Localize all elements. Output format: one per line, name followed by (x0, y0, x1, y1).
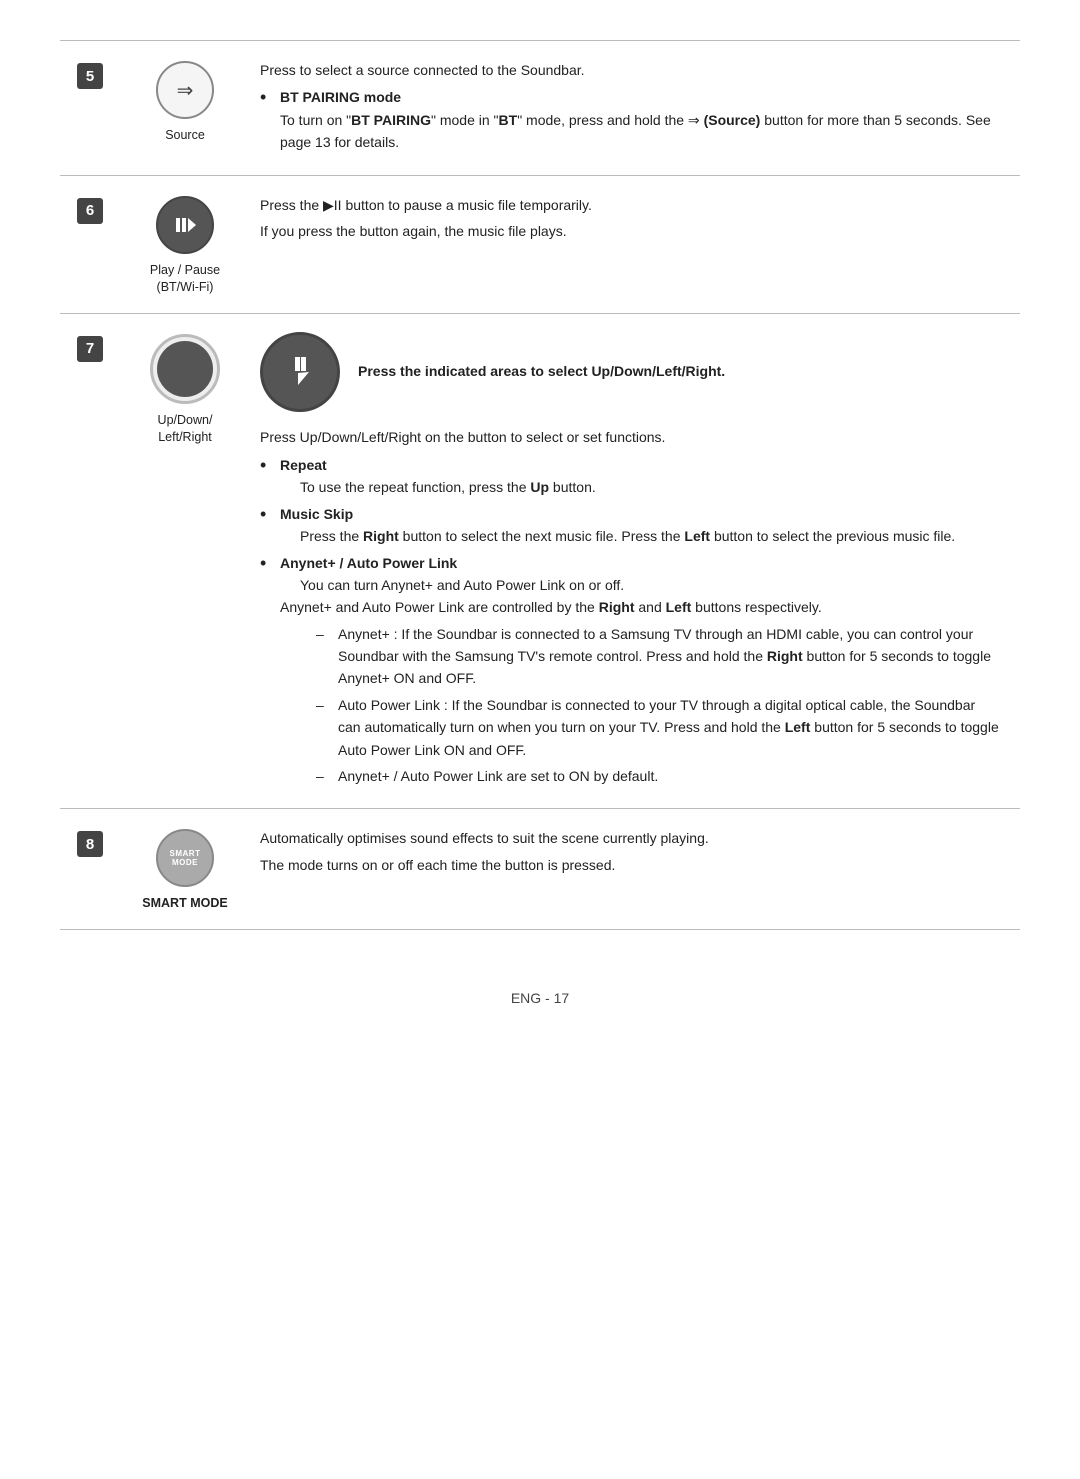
row-7-icon-col: Up/Down/Left/Right (120, 314, 250, 463)
smart-mode-icon: SMARTMODE (156, 829, 214, 887)
musicskip-text: Music Skip Press the Right button to sel… (280, 503, 955, 548)
badge-5: 5 (77, 63, 103, 89)
play-pause-symbol (174, 214, 196, 236)
row-5-bullet-1-text: BT PAIRING mode To turn on "BT PAIRING" … (280, 86, 1000, 153)
row-6-main-line1: Press the ▶II button to pause a music fi… (260, 194, 1000, 216)
row-8-main-line1: Automatically optimises sound effects to… (260, 827, 1000, 849)
row-6-main-line2: If you press the button again, the music… (260, 220, 1000, 242)
anynet-text: Anynet+ / Auto Power Link You can turn A… (280, 552, 1000, 788)
row-8: 8 SMARTMODE SMART MODE Automatically opt… (60, 809, 1020, 930)
row-7-bullet-musicskip: • Music Skip Press the Right button to s… (260, 503, 1000, 548)
row-5-main-text: Press to select a source connected to th… (260, 59, 1000, 81)
row-8-main-line2: The mode turns on or off each time the b… (260, 854, 1000, 876)
badge-8: 8 (77, 831, 103, 857)
source-arrow-symbol: ⇒ (177, 78, 194, 103)
nav-icon-inner (157, 341, 213, 397)
row-7-main-text: Press Up/Down/Left/Right on the button t… (260, 426, 1000, 448)
row-8-desc: Automatically optimises sound effects to… (250, 809, 1020, 929)
row-7-desc: Press the indicated areas to select Up/D… (250, 314, 1020, 809)
row-8-icon-col: SMARTMODE SMART MODE (120, 809, 250, 929)
repeat-text: Repeat To use the repeat function, press… (280, 454, 596, 499)
row-7-num: 7 (60, 314, 120, 362)
row-5-num: 5 (60, 41, 120, 175)
row-6-num: 6 (60, 176, 120, 313)
anynet-sub1: Anynet+ : If the Soundbar is connected t… (338, 623, 1000, 690)
row-7-bullet-anynet: • Anynet+ / Auto Power Link You can turn… (260, 552, 1000, 788)
nav-icon (150, 334, 220, 404)
nav-demo: Press the indicated areas to select Up/D… (260, 332, 1000, 412)
play-pause-icon (156, 196, 214, 254)
row-7-bullet-repeat: • Repeat To use the repeat function, pre… (260, 454, 1000, 499)
large-nav-icon (260, 332, 340, 412)
anynet-sub2: Auto Power Link : If the Soundbar is con… (338, 694, 1000, 761)
row-5: 5 ⇒ Source Press to select a source conn… (60, 41, 1020, 176)
row-6-desc: Press the ▶II button to pause a music fi… (250, 176, 1020, 313)
row-7-label: Up/Down/Left/Right (158, 412, 213, 447)
source-icon: ⇒ (156, 61, 214, 119)
row-5-icon-col: ⇒ Source (120, 41, 250, 175)
row-6-label: Play / Pause(BT/Wi-Fi) (150, 262, 220, 297)
row-5-desc: Press to select a source connected to th… (250, 41, 1020, 175)
anynet-sub3: Anynet+ / Auto Power Link are set to ON … (338, 765, 658, 787)
row-5-bullet-1: • BT PAIRING mode To turn on "BT PAIRING… (260, 86, 1000, 153)
indicated-areas-text: Press the indicated areas to select Up/D… (358, 360, 725, 382)
row-5-label: Source (165, 127, 205, 145)
bullet-dot-1: • (260, 86, 276, 109)
smart-mode-inner-text: SMARTMODE (170, 849, 201, 868)
badge-7: 7 (77, 336, 103, 362)
row-8-num: 8 (60, 809, 120, 929)
page-number: ENG - 17 (511, 990, 569, 1006)
row-7: 7 Up/Down/Left/Right Press the (60, 314, 1020, 810)
row-6-icon-col: Play / Pause(BT/Wi-Fi) (120, 176, 250, 313)
badge-6: 6 (77, 198, 103, 224)
main-table: 5 ⇒ Source Press to select a source conn… (60, 40, 1020, 930)
row-6: 6 Play / Pause(BT/Wi-Fi) Press the ▶II b… (60, 176, 1020, 314)
page-footer: ENG - 17 (60, 990, 1020, 1006)
row-8-label: SMART MODE (142, 895, 227, 913)
